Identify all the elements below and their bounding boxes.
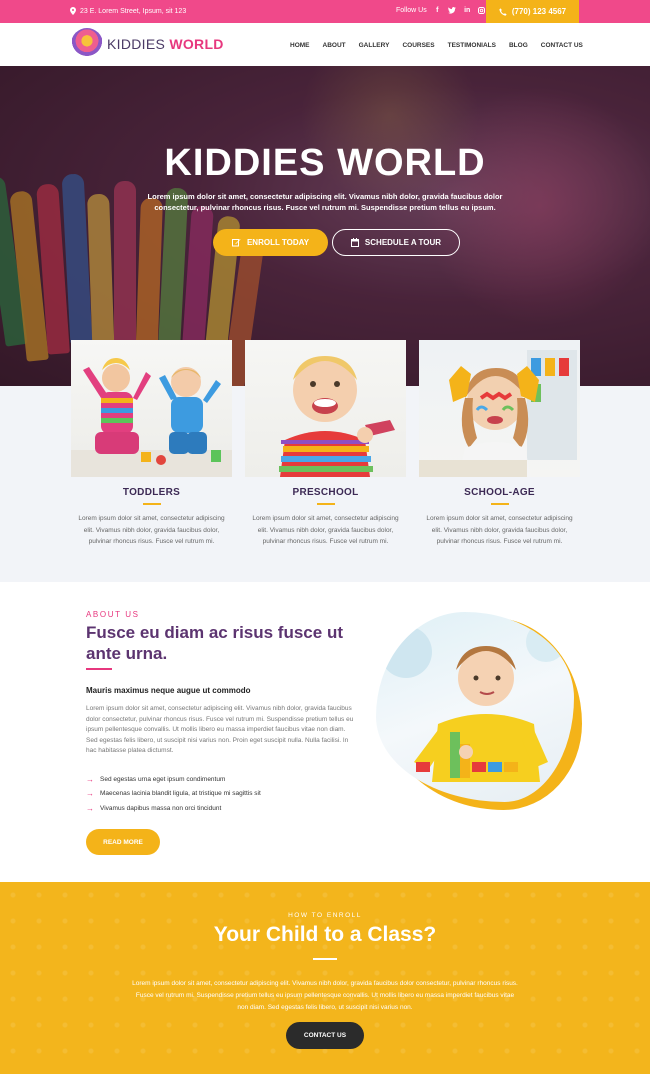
- about-underline: [86, 668, 112, 670]
- list-item-text: Vivamus dapibus massa non orci tincidunt: [100, 804, 222, 812]
- hero-title: KIDDIES WORLD: [164, 142, 486, 184]
- enroll-today-button[interactable]: ENROLL TODAY: [213, 229, 328, 256]
- list-item-text: Sed egestas urna eget ipsum condimentum: [100, 775, 226, 783]
- enroll-today-label: ENROLL TODAY: [246, 238, 310, 247]
- nav-blog[interactable]: BLOG: [509, 42, 528, 49]
- logo-text-world: WORLD: [169, 36, 224, 52]
- program-title-preschool: PRESCHOOL: [292, 487, 359, 498]
- logo-text: KIDDIES WORLD: [107, 36, 224, 52]
- nav-contact[interactable]: CONTACT US: [541, 42, 583, 49]
- about-photo: [376, 612, 574, 802]
- about-subtitle: Mauris maximus neque augue ut commodo: [86, 686, 251, 695]
- enroll-title: Your Child to a Class?: [213, 923, 437, 946]
- about-title: Fusce eu diam ac risus fusce ut ante urn…: [86, 623, 343, 663]
- enroll-underline: [313, 958, 337, 960]
- main-nav: HOME ABOUT GALLERY COURSES TESTIMONIALS …: [290, 42, 583, 49]
- read-more-button[interactable]: READ MORE: [86, 829, 160, 855]
- top-bar: 23 E. Lorem Street, Ipsum, sit 123 Follo…: [0, 0, 650, 23]
- program-card-preschool[interactable]: PRESCHOOL Lorem ipsum dolor sit amet, co…: [245, 340, 406, 548]
- logo-text-kiddies: KIDDIES: [107, 36, 166, 52]
- nav-courses[interactable]: COURSES: [402, 42, 434, 49]
- list-item: → Sed egestas urna eget ipsum condimentum: [86, 772, 261, 787]
- linkedin-icon[interactable]: in: [463, 7, 472, 14]
- about-feature-list: → Sed egestas urna eget ipsum condimentum…: [86, 772, 261, 816]
- hero-overlay: [0, 66, 650, 386]
- address: 23 E. Lorem Street, Ipsum, sit 123: [70, 7, 186, 15]
- hero-banner: KIDDIES WORLD Lorem ipsum dolor sit amet…: [0, 66, 650, 386]
- facebook-icon[interactable]: f: [433, 7, 442, 14]
- location-pin-icon: [70, 7, 76, 15]
- enroll-body: Lorem ipsum dolor sit amet, consectetur …: [132, 980, 518, 1011]
- arrow-right-icon: →: [86, 803, 94, 813]
- program-text-toddlers: Lorem ipsum dolor sit amet, consectetur …: [78, 515, 225, 545]
- about-tag: ABOUT US: [86, 610, 140, 619]
- program-card-toddlers[interactable]: TODDLERS Lorem ipsum dolor sit amet, con…: [71, 340, 232, 548]
- nav-about[interactable]: ABOUT: [323, 42, 346, 49]
- phone-button[interactable]: (770) 123 4567: [486, 0, 579, 23]
- edit-icon: [231, 238, 241, 247]
- title-underline: [142, 503, 161, 505]
- site-logo[interactable]: KIDDIES WORLD: [71, 28, 224, 60]
- phone-icon: [499, 7, 507, 16]
- schedule-tour-button[interactable]: SCHEDULE A TOUR: [332, 229, 460, 256]
- nav-gallery[interactable]: GALLERY: [359, 42, 390, 49]
- program-title-school-age: SCHOOL-AGE: [464, 487, 535, 498]
- twitter-icon[interactable]: [447, 7, 457, 14]
- preschool-photo: [245, 340, 406, 477]
- nav-home[interactable]: HOME: [290, 42, 310, 49]
- title-underline: [490, 503, 509, 505]
- about-body: Lorem ipsum dolor sit amet, consectetur …: [86, 705, 354, 754]
- enroll-tag: HOW TO ENROLL: [288, 912, 362, 919]
- contact-us-button[interactable]: CONTACT US: [286, 1022, 364, 1049]
- hero-text: Lorem ipsum dolor sit amet, consectetur …: [147, 192, 503, 212]
- arrow-right-icon: →: [86, 774, 94, 784]
- list-item-text: Maecenas lacinia blandit ligula, at tris…: [100, 790, 261, 798]
- schedule-tour-label: SCHEDULE A TOUR: [364, 238, 442, 247]
- follow-us: Follow Us f in: [396, 7, 487, 14]
- site-header: KIDDIES WORLD HOME ABOUT GALLERY COURSES…: [0, 23, 650, 66]
- program-title-toddlers: TODDLERS: [122, 487, 181, 498]
- school-age-photo: [419, 340, 580, 477]
- program-text-preschool: Lorem ipsum dolor sit amet, consectetur …: [252, 515, 399, 545]
- toddlers-photo: [71, 340, 232, 477]
- nav-testimonials[interactable]: TESTIMONIALS: [448, 42, 496, 49]
- calendar-icon: [350, 238, 359, 247]
- list-item: → Maecenas lacinia blandit ligula, at tri…: [86, 787, 261, 802]
- address-text: 23 E. Lorem Street, Ipsum, sit 123: [80, 7, 187, 15]
- title-underline: [316, 503, 335, 505]
- tree-logo-icon: [71, 28, 103, 60]
- list-item: → Vivamus dapibus massa non orci tincidun…: [86, 801, 261, 816]
- arrow-right-icon: →: [86, 789, 94, 799]
- follow-label: Follow Us: [396, 7, 427, 14]
- program-text-school-age: Lorem ipsum dolor sit amet, consectetur …: [426, 515, 573, 545]
- program-card-school-age[interactable]: SCHOOL-AGE Lorem ipsum dolor sit amet, c…: [419, 340, 580, 548]
- phone-number: (770) 123 4567: [511, 7, 567, 16]
